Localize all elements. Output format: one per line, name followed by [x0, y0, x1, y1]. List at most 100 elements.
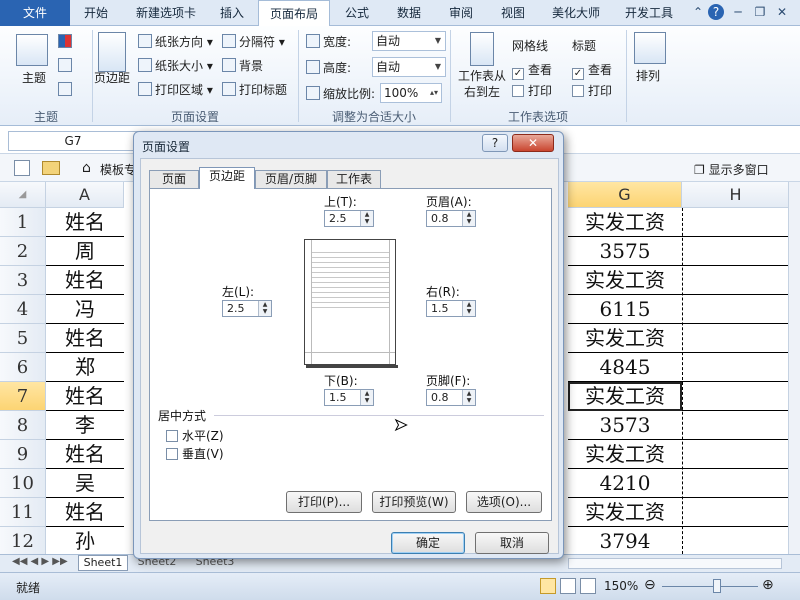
scale-spinner[interactable]: 100% ▴▾ — [380, 83, 442, 103]
zoom-slider-thumb[interactable] — [713, 579, 721, 593]
cell-g[interactable]: 实发工资 — [568, 208, 682, 237]
tab-developer[interactable]: 开发工具 — [618, 0, 680, 26]
row-header[interactable]: 5 — [0, 324, 46, 353]
cell-a[interactable]: 姓名 — [46, 266, 124, 295]
cell-g[interactable]: 实发工资 — [568, 440, 682, 469]
ok-button[interactable]: 确定 — [391, 532, 465, 554]
zoom-in-icon[interactable]: ⊕ — [762, 577, 774, 593]
cell-a[interactable]: 姓名 — [46, 382, 124, 411]
cell-a[interactable]: 孙 — [46, 527, 124, 554]
top-margin-spinner[interactable]: 2.5 ▲ ▼ — [324, 210, 374, 227]
arrange-button[interactable]: 排列 — [636, 68, 660, 84]
cell-a[interactable]: 周 — [46, 237, 124, 266]
tab-beautify[interactable]: 美化大师 — [544, 0, 608, 26]
dialog-help-button[interactable]: ? — [482, 134, 508, 152]
dropdown-arrow-icon[interactable]: ▼ — [431, 32, 445, 50]
normal-view-icon[interactable] — [540, 578, 556, 594]
row-header[interactable]: 7 — [0, 382, 46, 411]
row-header[interactable]: 8 — [0, 411, 46, 440]
row-header[interactable]: 1 — [0, 208, 46, 237]
tab-new[interactable]: 新建选项卡 — [120, 0, 212, 26]
horizontal-scrollbar[interactable] — [568, 558, 782, 569]
zoom-out-icon[interactable]: ⊖ — [644, 577, 656, 593]
size-button[interactable]: 纸张大小 ▾ — [138, 58, 213, 74]
cell-a[interactable]: 姓名 — [46, 440, 124, 469]
right-margin-spinner[interactable]: 1.5 ▲ ▼ — [426, 300, 476, 317]
sheet-tab-1[interactable]: Sheet1 — [78, 555, 128, 571]
cell-a[interactable]: 冯 — [46, 295, 124, 324]
spin-arrows-icon[interactable]: ▲ ▼ — [462, 301, 475, 316]
cell-g[interactable]: 3575 — [568, 237, 682, 266]
dropdown-arrow-icon[interactable]: ▼ — [431, 58, 445, 76]
template-label[interactable]: 模板专 — [100, 161, 136, 178]
print-preview-button[interactable]: 打印预览(W) — [372, 491, 456, 513]
margins-button[interactable]: 页边距 — [94, 70, 130, 86]
print-area-button[interactable]: 打印区域 ▾ — [138, 82, 213, 98]
theme-icon[interactable] — [16, 34, 48, 66]
spin-arrows-icon[interactable]: ▲ ▼ — [258, 301, 271, 316]
new-doc-icon[interactable] — [14, 160, 30, 176]
help-icon[interactable]: ? — [708, 4, 724, 20]
gridlines-print-checkbox[interactable]: 打印 — [512, 83, 552, 99]
print-titles-button[interactable]: 打印标题 — [222, 82, 287, 98]
vertical-scrollbar[interactable] — [788, 182, 800, 554]
row-header[interactable]: 6 — [0, 353, 46, 382]
row-header[interactable]: 2 — [0, 237, 46, 266]
cell-g[interactable]: 4210 — [568, 469, 682, 498]
tab-margins[interactable]: 页边距 — [199, 167, 255, 189]
cell-h[interactable] — [682, 208, 788, 237]
orientation-button[interactable]: 纸张方向 ▾ — [138, 34, 213, 50]
cell-a[interactable]: 吴 — [46, 469, 124, 498]
cell-g[interactable]: 4845 — [568, 353, 682, 382]
column-header-a[interactable]: A — [46, 182, 124, 208]
cell-a[interactable]: 姓名 — [46, 498, 124, 527]
cell-a[interactable]: 姓名 — [46, 324, 124, 353]
margins-icon[interactable] — [98, 32, 126, 72]
cell-a[interactable]: 李 — [46, 411, 124, 440]
cell-h[interactable] — [682, 469, 788, 498]
width-combo[interactable]: 自动 ▼ — [372, 31, 446, 51]
row-header[interactable]: 12 — [0, 527, 46, 554]
select-all-corner[interactable]: ◢ — [0, 182, 46, 208]
row-header[interactable]: 9 — [0, 440, 46, 469]
cell-h[interactable] — [682, 295, 788, 324]
tab-page-layout[interactable]: 页面布局 — [258, 0, 330, 27]
cell-h[interactable] — [682, 324, 788, 353]
breaks-button[interactable]: 分隔符 ▾ — [222, 34, 285, 50]
tab-data[interactable]: 数据 — [388, 0, 430, 26]
tab-sheet[interactable]: 工作表 — [327, 170, 381, 188]
cell-h[interactable] — [682, 353, 788, 382]
fonts-icon[interactable] — [58, 58, 75, 74]
restore-icon[interactable]: ❐ — [752, 4, 768, 20]
headings-print-checkbox[interactable]: 打印 — [572, 83, 612, 99]
background-button[interactable]: 背景 — [222, 58, 263, 74]
headings-view-checkbox[interactable]: ✓ 查看 — [572, 62, 612, 80]
row-header[interactable]: 4 — [0, 295, 46, 324]
cell-h[interactable] — [682, 237, 788, 266]
collapse-ribbon-icon[interactable]: ⌃ — [690, 4, 706, 20]
cell-g[interactable]: 3573 — [568, 411, 682, 440]
home-icon[interactable]: ⌂ — [82, 160, 91, 176]
tab-page[interactable]: 页面 — [149, 170, 199, 188]
effects-icon[interactable] — [58, 82, 75, 98]
cell-a[interactable]: 郑 — [46, 353, 124, 382]
spin-arrows-icon[interactable]: ▲ ▼ — [360, 211, 373, 226]
dialog-close-button[interactable]: ✕ — [512, 134, 554, 152]
column-header-g[interactable]: G — [568, 182, 682, 208]
spin-arrows-icon[interactable]: ▴▾ — [427, 84, 441, 102]
cancel-button[interactable]: 取消 — [475, 532, 549, 554]
tab-view[interactable]: 视图 — [492, 0, 534, 26]
cell-h[interactable] — [682, 498, 788, 527]
cell-g[interactable]: 6115 — [568, 295, 682, 324]
page-break-view-icon[interactable] — [580, 578, 596, 594]
tab-formulas[interactable]: 公式 — [336, 0, 378, 26]
cell-a[interactable]: 姓名 — [46, 208, 124, 237]
tab-header-footer[interactable]: 页眉/页脚 — [255, 170, 327, 188]
tab-review[interactable]: 审阅 — [440, 0, 482, 26]
center-horizontal-checkbox[interactable]: 水平(Z) — [166, 427, 224, 444]
spin-arrows-icon[interactable]: ▲ ▼ — [462, 390, 475, 405]
column-header-h[interactable]: H — [682, 182, 790, 208]
tab-insert[interactable]: 插入 — [212, 0, 252, 26]
name-box[interactable]: G7 — [8, 131, 138, 151]
row-header[interactable]: 11 — [0, 498, 46, 527]
